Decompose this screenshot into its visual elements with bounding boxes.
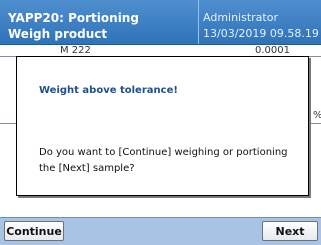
- date-time: 13/03/2019 09.58.19: [203, 27, 319, 40]
- dialog-message: Do you want to [Continue] weighing or po…: [39, 147, 288, 174]
- footer-bar: Continue Next: [0, 217, 321, 245]
- background-text: 0.0001: [255, 45, 290, 56]
- header-divider: [198, 0, 199, 44]
- header-bar: YAPP20: Portioning Weigh product Adminis…: [0, 0, 321, 45]
- continue-button[interactable]: Continue: [4, 221, 64, 241]
- background-text: M 222: [60, 45, 91, 56]
- next-button[interactable]: Next: [262, 221, 318, 241]
- screen-title: Weigh product: [8, 27, 108, 41]
- user-name: Administrator: [203, 11, 278, 24]
- tolerance-dialog: Weight above tolerance! Do you want to […: [16, 56, 309, 196]
- app-title: YAPP20: Portioning: [8, 11, 139, 25]
- background-text: %: [313, 110, 321, 121]
- dialog-title: Weight above tolerance!: [39, 85, 178, 96]
